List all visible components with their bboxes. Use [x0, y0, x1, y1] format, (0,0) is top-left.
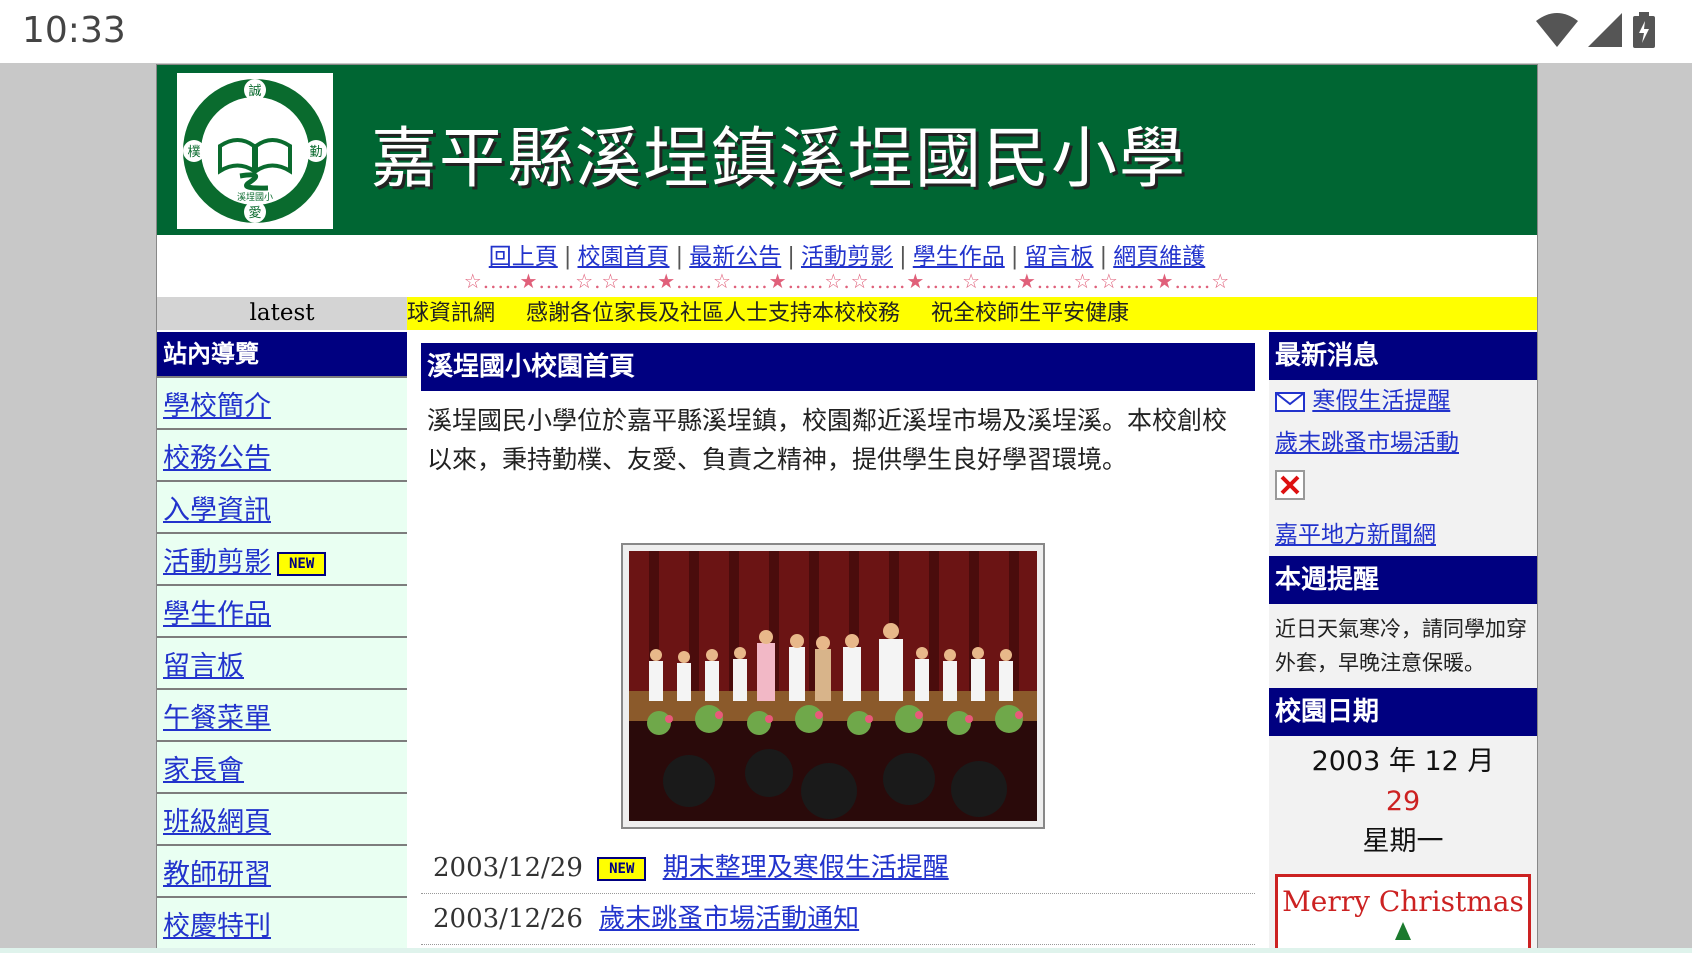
main-content: 溪埕國小校園首頁 溪埕國民小學位於嘉平縣溪埕鎮，校園鄰近溪埕市場及溪埕溪。本校創…: [421, 343, 1255, 949]
news-date: 2003/12/26: [433, 904, 583, 934]
top-navigation: 回上頁 | 校園首頁 | 最新公告 | 活動剪影 | 學生作品 | 留言板 | 網頁維護: [488, 244, 1206, 270]
wifi-icon: [1536, 13, 1578, 47]
sidebar-item-notices[interactable]: 校務公告: [157, 428, 407, 480]
latest-news-heading: 最新消息: [1269, 332, 1537, 380]
marquee-item: 祝全校師生平安健康: [931, 301, 1130, 326]
news-item: 2003/12/26 歲末跳蚤市場活動通知: [421, 894, 1255, 945]
cell-signal-icon: [1588, 13, 1622, 47]
calendar-month: 2003 年 12 月: [1311, 746, 1495, 777]
svg-text:愛: 愛: [248, 206, 261, 221]
nav-guestbook[interactable]: 留言板: [1025, 244, 1094, 270]
right-news-item: 寒假生活提醒: [1269, 380, 1537, 422]
news-list: 2003/12/29 NEW 期末整理及寒假生活提醒 2003/12/26 歲末…: [421, 843, 1255, 945]
sidebar-item-student-works[interactable]: 學生作品: [157, 584, 407, 636]
right-sidebar: 最新消息 寒假生活提醒 歲末跳蚤市場活動 嘉平地方新聞網 本週提醒 近日天氣寒冷…: [1269, 332, 1537, 949]
sidebar-item-lunch-menu[interactable]: 午餐菜單: [157, 688, 407, 740]
marquee-item: 球資訊網: [407, 301, 496, 326]
site-banner: 誠 樸 勤 愛 溪埕國小 嘉平縣溪埕鎮溪埕國民小學: [157, 65, 1537, 235]
calendar-day: 29: [1385, 786, 1421, 817]
calendar-weekday: 星期一: [1362, 826, 1444, 857]
christmas-text: Merry Christmas: [1282, 885, 1524, 918]
svg-text:勤: 勤: [309, 145, 322, 160]
sidebar-item-activities[interactable]: 活動剪影 NEW: [157, 532, 407, 584]
sidebar-item-teacher-training[interactable]: 教師研習: [157, 844, 407, 896]
right-news-item: 歲末跳蚤市場活動: [1269, 422, 1537, 464]
nav-home[interactable]: 校園首頁: [578, 244, 670, 270]
broken-image-icon: [1275, 470, 1305, 500]
status-bar: 10:33: [0, 0, 1692, 63]
right-news-link[interactable]: 歲末跳蚤市場活動: [1275, 430, 1459, 456]
battery-icon: [1633, 12, 1655, 48]
status-time: 10:33: [22, 10, 126, 51]
site-title: 嘉平縣溪埕鎮溪埕國民小學: [371, 120, 1187, 197]
marquee-item: 感謝各位家長及社區人士支持本校校務: [526, 301, 901, 326]
right-news-item: [1269, 464, 1537, 514]
news-item: 2003/12/29 NEW 期末整理及寒假生活提醒: [421, 843, 1255, 894]
right-news-link[interactable]: 嘉平地方新聞網: [1275, 522, 1436, 548]
nav-announcements[interactable]: 最新公告: [689, 244, 781, 270]
news-marquee: 球資訊網 感謝各位家長及社區人士支持本校校務 祝全校師生平安健康: [407, 297, 1537, 330]
right-news-item: 嘉平地方新聞網: [1269, 514, 1537, 556]
school-emblem-icon: 誠 樸 勤 愛 溪埕國小: [183, 79, 327, 223]
campus-calendar: 2003 年 12 月 29 星期一: [1269, 736, 1537, 862]
school-intro: 溪埕國民小學位於嘉平縣溪埕鎮，校園鄰近溪埕市場及溪埕溪。本校創校以來，秉持勤樸、…: [427, 406, 1228, 474]
photo-image: [629, 551, 1037, 821]
new-badge: NEW: [597, 857, 647, 881]
latest-label: latest: [157, 297, 407, 330]
star-divider: ☆.....★.....☆.☆.....★.....☆.....★.....☆.…: [463, 269, 1231, 293]
nav-back[interactable]: 回上頁: [489, 244, 558, 270]
right-news-link[interactable]: 寒假生活提醒: [1312, 388, 1450, 414]
sidebar-item-anniversary[interactable]: 校慶特刊: [157, 896, 407, 948]
svg-text:樸: 樸: [187, 145, 200, 160]
ceremony-photo: [621, 543, 1045, 829]
sidebar-item-guestbook[interactable]: 留言板: [157, 636, 407, 688]
news-link[interactable]: 期末整理及寒假生活提醒: [663, 853, 949, 883]
sidebar-item-admission[interactable]: 入學資訊: [157, 480, 407, 532]
main-heading: 溪埕國小校園首頁: [421, 343, 1255, 391]
nav-maintenance[interactable]: 網頁維護: [1113, 244, 1205, 270]
sidebar-item-parents[interactable]: 家長會: [157, 740, 407, 792]
christmas-tree-icon: [1395, 922, 1411, 940]
nav-activities[interactable]: 活動剪影: [801, 244, 893, 270]
status-icons: [1536, 12, 1656, 48]
weekly-reminder-text: 近日天氣寒冷，請同學加穿外套，早晚注意保暖。: [1275, 617, 1527, 675]
nav-student-works[interactable]: 學生作品: [913, 244, 1005, 270]
web-page: 誠 樸 勤 愛 溪埕國小 嘉平縣溪埕鎮溪埕國民小學 回上頁 | 校園首頁 | 最新公告 |…: [156, 64, 1538, 950]
christmas-banner: Merry Christmas: [1275, 874, 1531, 949]
sidebar-item-class-pages[interactable]: 班級網頁: [157, 792, 407, 844]
news-date: 2003/12/29: [433, 853, 583, 883]
news-link[interactable]: 歲末跳蚤市場活動通知: [599, 904, 859, 934]
weekly-reminder-heading: 本週提醒: [1269, 556, 1537, 604]
svg-text:溪埕國小: 溪埕國小: [237, 191, 273, 203]
svg-text:誠: 誠: [248, 84, 261, 99]
bottom-scroll-bar: [0, 948, 1692, 953]
left-sidebar: 站內導覽 學校簡介 校務公告 入學資訊 活動剪影 NEW 學生作品 留言板 午餐菜…: [157, 332, 407, 949]
mail-icon: [1275, 392, 1305, 412]
sidebar-item-intro[interactable]: 學校簡介: [157, 376, 407, 428]
school-logo: 誠 樸 勤 愛 溪埕國小: [177, 73, 333, 229]
new-badge: NEW: [277, 551, 327, 576]
site-nav-heading: 站內導覽: [157, 332, 407, 376]
campus-date-heading: 校園日期: [1269, 688, 1537, 736]
